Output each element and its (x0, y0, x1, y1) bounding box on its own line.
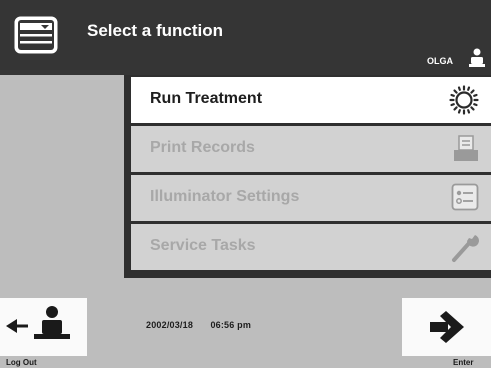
enter-caption: Enter (453, 358, 474, 367)
enter-button[interactable] (402, 298, 491, 356)
user-name: OLGA (427, 56, 453, 66)
datetime: 2002/03/18 06:56 pm (146, 320, 251, 330)
menu-item-label: Run Treatment (150, 90, 263, 107)
list-menu-icon[interactable] (14, 16, 58, 54)
menu-item-label: Service Tasks (150, 237, 256, 254)
logout-icon (6, 306, 70, 339)
menu-item-print-records[interactable]: Print Records (131, 126, 491, 172)
current-time: 06:56 pm (210, 320, 252, 330)
person-icon (469, 48, 485, 67)
wrench-icon (452, 235, 479, 262)
logout-caption: Log Out (6, 358, 37, 367)
menu-item-label: Print Records (150, 139, 255, 156)
arrow-right-icon (430, 311, 464, 343)
menu-item-service-tasks[interactable]: Service Tasks (131, 224, 491, 270)
page-title: Select a function (87, 21, 224, 40)
sun-burst-icon (449, 85, 479, 115)
current-date: 2002/03/18 (146, 320, 194, 330)
menu-item-run-treatment[interactable]: Run Treatment (131, 77, 491, 123)
settings-list-icon (451, 183, 479, 211)
menu-item-illuminator-settings[interactable]: Illuminator Settings (131, 175, 491, 221)
menu-item-label: Illuminator Settings (150, 188, 300, 205)
printer-icon (454, 135, 478, 161)
logout-button[interactable] (0, 298, 87, 356)
header-bar: Select a function OLGA (0, 0, 491, 75)
